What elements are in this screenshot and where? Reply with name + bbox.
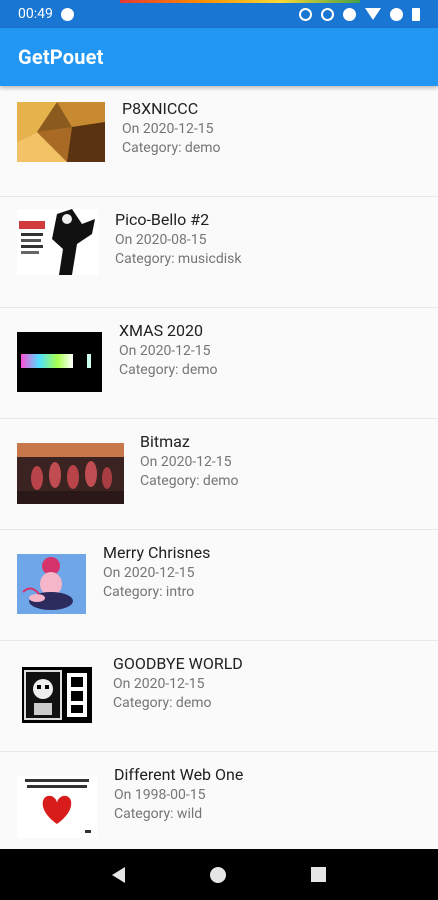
- prod-date: On 2020-12-15: [122, 121, 214, 137]
- list-item[interactable]: Merry Chrisnes On 2020-12-15 Category: i…: [0, 530, 438, 641]
- notifications-off-icon: [343, 7, 356, 21]
- prod-name: Merry Chrisnes: [103, 543, 211, 562]
- recents-icon[interactable]: [310, 867, 326, 882]
- prod-thumbnail: [17, 554, 86, 614]
- prod-meta: XMAS 2020 On 2020-12-15 Category: demo: [119, 320, 218, 380]
- prod-category: Category: demo: [122, 140, 221, 156]
- prod-date: On 2020-12-15: [113, 676, 205, 692]
- p8xniccc-screenshot-icon: [17, 102, 105, 162]
- prod-date: On 1998-00-15: [114, 787, 206, 803]
- list-item[interactable]: Pico-Bello #2 On 2020-08-15 Category: mu…: [0, 197, 438, 308]
- prod-name: P8XNICCC: [122, 99, 199, 118]
- list-item[interactable]: XMAS 2020 On 2020-12-15 Category: demo: [0, 308, 438, 419]
- list-item[interactable]: P8XNICCC On 2020-12-15 Category: demo: [0, 86, 438, 197]
- prod-thumbnail: [17, 209, 98, 275]
- prod-meta: Bitmaz On 2020-12-15 Category: demo: [140, 431, 239, 491]
- bitmaz-screenshot-icon: [17, 443, 124, 504]
- different-web-one-screenshot-icon: [17, 776, 97, 838]
- xmas-2020-screenshot-icon: [17, 332, 102, 392]
- prod-category: Category: musicdisk: [115, 251, 242, 267]
- app-bar: GetPouet: [0, 28, 438, 86]
- prod-meta: Merry Chrisnes On 2020-12-15 Category: i…: [103, 542, 210, 602]
- prod-category: Category: demo: [140, 473, 239, 489]
- prod-date: On 2020-12-15: [140, 454, 232, 470]
- prod-name: Different Web One: [114, 765, 244, 784]
- list-item[interactable]: Different Web One On 1998-00-15 Category…: [0, 752, 438, 849]
- prod-category: Category: demo: [119, 362, 218, 378]
- system-nav-bar: [0, 849, 438, 900]
- app-title: GetPouet: [18, 45, 104, 69]
- prod-name: GOODBYE WORLD: [113, 654, 243, 673]
- prod-thumbnail: [17, 443, 124, 504]
- home-icon[interactable]: [209, 866, 226, 883]
- globe-icon: [60, 7, 74, 21]
- list-item[interactable]: GOODBYE WORLD On 2020-12-15 Category: de…: [0, 641, 438, 752]
- status-bar: 00:49: [0, 0, 438, 28]
- prod-thumbnail: [17, 332, 102, 392]
- prod-thumbnail: [22, 667, 92, 723]
- goodbye-world-screenshot-icon: [22, 667, 92, 723]
- wifi-icon: [365, 8, 381, 20]
- prod-name: Bitmaz: [140, 432, 190, 451]
- prod-thumbnail: [17, 102, 105, 162]
- merry-chrisnes-screenshot-icon: [17, 554, 86, 614]
- prod-meta: Different Web One On 1998-00-15 Category…: [114, 764, 243, 824]
- data-saver-icon: [299, 7, 312, 21]
- signal-icon: [390, 7, 403, 21]
- pico-bello-screenshot-icon: [17, 209, 98, 275]
- prod-category: Category: wild: [114, 806, 203, 822]
- battery-icon: [412, 7, 420, 21]
- prod-meta: P8XNICCC On 2020-12-15 Category: demo: [122, 98, 221, 158]
- prod-meta: GOODBYE WORLD On 2020-12-15 Category: de…: [113, 653, 243, 713]
- sync-icon: [321, 7, 334, 21]
- prod-date: On 2020-12-15: [119, 343, 211, 359]
- status-time: 00:49: [18, 6, 53, 22]
- prod-name: XMAS 2020: [119, 321, 204, 340]
- prod-date: On 2020-12-15: [103, 565, 195, 581]
- prod-category: Category: intro: [103, 584, 195, 600]
- prod-category: Category: demo: [113, 695, 212, 711]
- prod-name: Pico-Bello #2: [115, 210, 210, 229]
- status-progress-strip: [120, 0, 360, 3]
- prod-thumbnail: [17, 776, 97, 838]
- list-item[interactable]: Bitmaz On 2020-12-15 Category: demo: [0, 419, 438, 530]
- prod-list[interactable]: P8XNICCC On 2020-12-15 Category: demo Pi…: [0, 86, 438, 849]
- prod-date: On 2020-08-15: [115, 232, 207, 248]
- back-icon[interactable]: [112, 866, 126, 883]
- prod-meta: Pico-Bello #2 On 2020-08-15 Category: mu…: [115, 209, 242, 269]
